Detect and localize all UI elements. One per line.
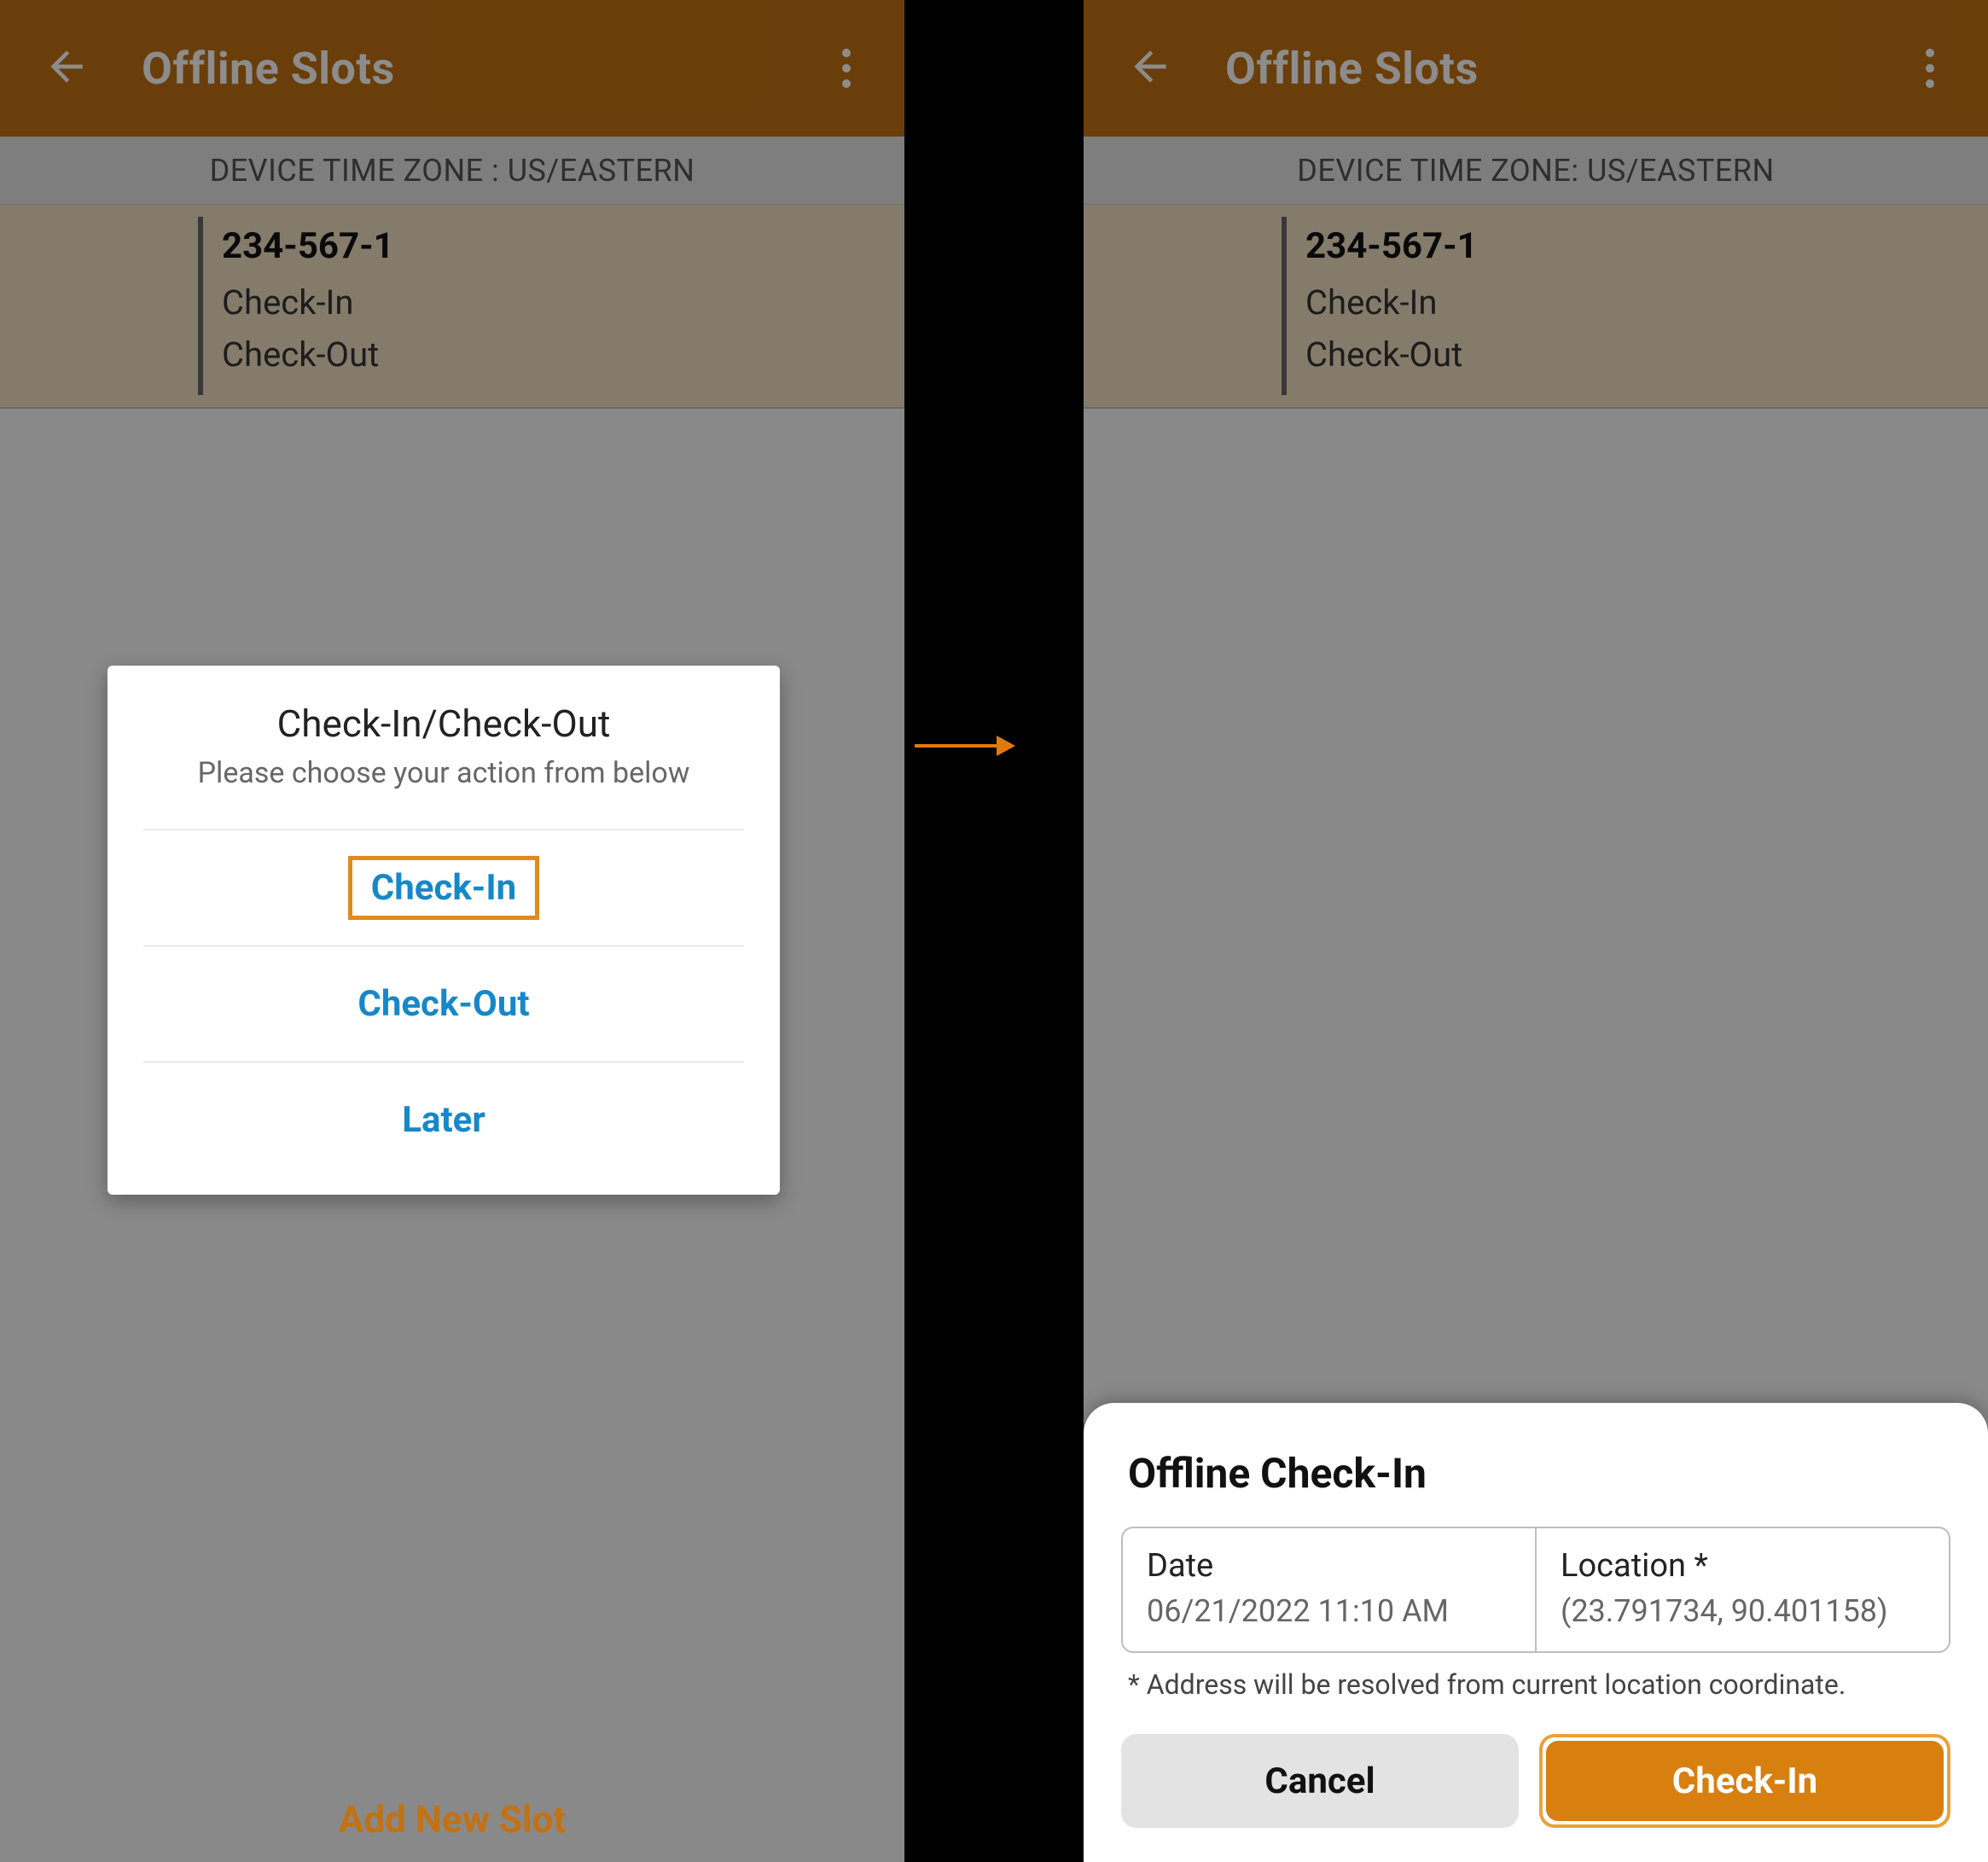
dialog-option-row: Check-Out <box>143 946 744 1062</box>
date-value: 06/21/2022 11:10 AM <box>1147 1593 1511 1629</box>
action-dialog: Check-In/Check-Out Please choose your ac… <box>108 666 780 1195</box>
dialog-option-later[interactable]: Later <box>383 1092 503 1148</box>
dialog-option-checkin[interactable]: Check-In <box>348 856 539 920</box>
sheet-title: Offline Check-In <box>1121 1449 1950 1498</box>
sheet-field-row: Date 06/21/2022 11:10 AM Location * (23.… <box>1121 1527 1950 1653</box>
location-field[interactable]: Location * (23.791734, 90.401158) <box>1535 1528 1949 1651</box>
phone-screen-right: Offline Slots DEVICE TIME ZONE: US/EASTE… <box>1084 0 1988 1862</box>
sheet-footnote: * Address will be resolved from current … <box>1121 1667 1950 1703</box>
date-label: Date <box>1147 1547 1511 1585</box>
date-field[interactable]: Date 06/21/2022 11:10 AM <box>1123 1528 1535 1651</box>
dialog-subtitle: Please choose your action from below <box>108 756 780 790</box>
checkin-button-highlight: Check-In <box>1539 1734 1950 1828</box>
dialog-option-row: Later <box>143 1062 744 1178</box>
checkin-button[interactable]: Check-In <box>1546 1741 1944 1821</box>
flow-arrow-icon <box>915 729 1017 763</box>
location-value: (23.791734, 90.401158) <box>1561 1593 1925 1629</box>
location-label: Location * <box>1561 1547 1925 1585</box>
add-new-slot-button[interactable]: Add New Slot <box>0 1797 904 1842</box>
dialog-option-row: Check-In <box>143 829 744 946</box>
dialog-title: Check-In/Check-Out <box>108 701 780 746</box>
sheet-button-row: Cancel Check-In <box>1121 1734 1950 1828</box>
phone-screen-left: Offline Slots DEVICE TIME ZONE : US/EAST… <box>0 0 904 1862</box>
cancel-button[interactable]: Cancel <box>1121 1734 1519 1828</box>
dialog-option-checkout[interactable]: Check-Out <box>339 976 548 1032</box>
offline-checkin-sheet: Offline Check-In Date 06/21/2022 11:10 A… <box>1084 1403 1988 1862</box>
